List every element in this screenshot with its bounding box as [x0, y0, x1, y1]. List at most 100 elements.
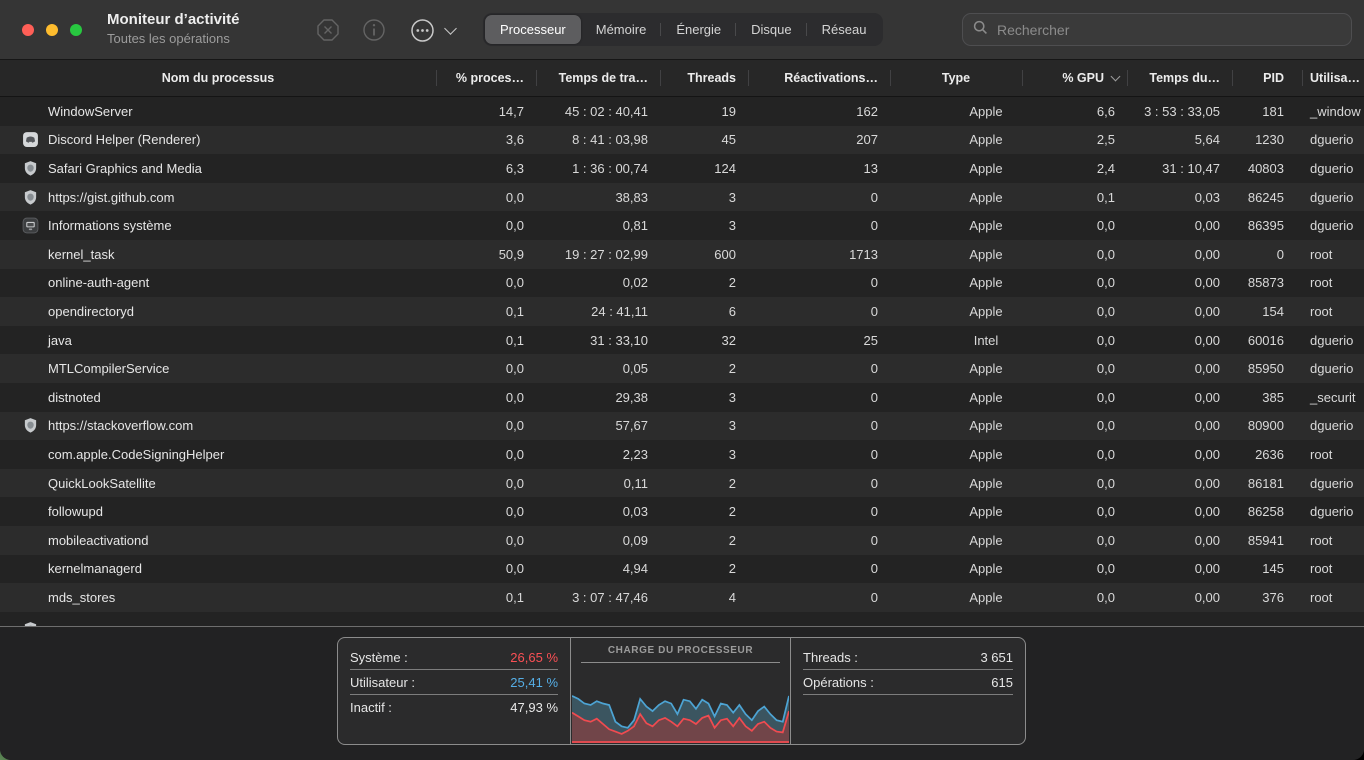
window-subtitle: Toutes les opérations: [107, 30, 240, 48]
app-icon-placeholder: [22, 246, 39, 263]
process-name: https://gist.github.com: [48, 190, 174, 205]
process-name-cell: MTLCompilerService: [0, 354, 436, 383]
stat-row: Système :26,65 %: [350, 645, 558, 670]
more-options-button[interactable]: [408, 16, 436, 44]
table-row[interactable]: QuickLookSatellite0,00,1120Apple0,00,008…: [0, 469, 1364, 498]
table-row[interactable]: WindowServer14,745 : 02 : 40,4119162Appl…: [0, 97, 1364, 126]
column-header-user[interactable]: Utilisa…: [1302, 60, 1364, 96]
table-row[interactable]: opendirectoryd0,124 : 41,1160Apple0,00,0…: [0, 297, 1364, 326]
inspect-process-button[interactable]: [360, 16, 388, 44]
column-header-cpu[interactable]: % proces…: [436, 60, 536, 96]
cell-cpu: 14,7: [436, 97, 536, 126]
more-options-chevron[interactable]: [436, 16, 464, 44]
table-row[interactable]: kernel_task50,919 : 27 : 02,996001713App…: [0, 240, 1364, 269]
close-window-button[interactable]: [22, 24, 34, 36]
table-row[interactable]: online-auth-agent0,00,0220Apple0,00,0085…: [0, 269, 1364, 298]
cell-pid: 86258: [1232, 497, 1302, 526]
cell-gpu: 2,4: [1022, 154, 1127, 183]
tab-processeur[interactable]: Processeur: [485, 15, 581, 44]
table-row[interactable]: distnoted0,029,3830Apple0,00,00385_secur…: [0, 383, 1364, 412]
cpu-load-history-chart: [572, 667, 789, 743]
column-header-type[interactable]: Type: [890, 60, 1022, 96]
cell-time: 8 : 41 : 03,98: [536, 126, 660, 155]
table-row[interactable]: https://stackoverflow.com0,057,6730Apple…: [0, 412, 1364, 441]
cell-cpu: 6,3: [436, 154, 536, 183]
table-row-partial[interactable]: [0, 612, 1364, 627]
cell-idle_wake: 0: [748, 583, 890, 612]
thread-process-stats: Threads :3 651Opérations :615: [791, 638, 1025, 744]
table-row[interactable]: Informations système0,00,8130Apple0,00,0…: [0, 211, 1364, 240]
cell-gpu_time: 5,64: [1127, 126, 1232, 155]
app-icon-placeholder: [22, 475, 39, 492]
cell-pid: 181: [1232, 97, 1302, 126]
tab-reseau[interactable]: Réseau: [807, 15, 882, 44]
stat-value: 3 651: [980, 650, 1013, 665]
table-row[interactable]: followupd0,00,0320Apple0,00,0086258dguer…: [0, 497, 1364, 526]
process-name: QuickLookSatellite: [48, 476, 156, 491]
tab-disque[interactable]: Disque: [736, 15, 806, 44]
table-row[interactable]: MTLCompilerService0,00,0520Apple0,00,008…: [0, 354, 1364, 383]
table-header: Nom du processus % proces… Temps de tra…Th…: [0, 60, 1364, 97]
cell-type: Apple: [890, 583, 1022, 612]
table-row[interactable]: java0,131 : 33,103225Intel0,00,0060016dg…: [0, 326, 1364, 355]
zoom-window-button[interactable]: [70, 24, 82, 36]
quit-process-button[interactable]: [314, 16, 342, 44]
tab-energie[interactable]: Énergie: [661, 15, 736, 44]
column-header-threads[interactable]: Threads: [660, 60, 748, 96]
search-field[interactable]: [962, 13, 1352, 46]
cell-idle_wake: 0: [748, 183, 890, 212]
app-icon-placeholder: [22, 332, 39, 349]
table-row[interactable]: mds_stores0,13 : 07 : 47,4640Apple0,00,0…: [0, 583, 1364, 612]
column-header-label: Réactivations…: [784, 71, 878, 85]
cell-cpu: [436, 612, 536, 627]
search-input[interactable]: [995, 21, 1341, 39]
cell-threads: 4: [660, 583, 748, 612]
table-row[interactable]: https://gist.github.com0,038,8330Apple0,…: [0, 183, 1364, 212]
column-header-idle_wake[interactable]: Réactivations…: [748, 60, 890, 96]
cell-cpu: 0,0: [436, 269, 536, 298]
table-row[interactable]: Safari Graphics and Media6,31 : 36 : 00,…: [0, 154, 1364, 183]
cell-gpu_time: [1127, 612, 1232, 627]
cell-type: Apple: [890, 383, 1022, 412]
process-name: mds_stores: [48, 590, 115, 605]
cell-type: Apple: [890, 126, 1022, 155]
app-icon-placeholder: [22, 560, 39, 577]
cell-idle_wake: 0: [748, 383, 890, 412]
title-bar: Moniteur d’activité Toutes les opération…: [0, 0, 1364, 60]
column-header-time[interactable]: Temps de tra…: [536, 60, 660, 96]
cell-user: dguerio: [1302, 154, 1364, 183]
process-name: mobileactivationd: [48, 533, 148, 548]
process-name-cell: https://stackoverflow.com: [0, 412, 436, 441]
app-icon-placeholder: [22, 589, 39, 606]
table-row[interactable]: kernelmanagerd0,04,9420Apple0,00,00145ro…: [0, 555, 1364, 584]
cell-threads: 32: [660, 326, 748, 355]
cell-gpu_time: 0,00: [1127, 526, 1232, 555]
column-header-pid[interactable]: PID: [1232, 60, 1302, 96]
process-name-cell: distnoted: [0, 383, 436, 412]
cell-user: _securit: [1302, 383, 1364, 412]
cell-user: dguerio: [1302, 412, 1364, 441]
process-name: com.apple.CodeSigningHelper: [48, 447, 224, 462]
cell-user: [1302, 612, 1364, 627]
cell-idle_wake: 0: [748, 497, 890, 526]
cell-type: Apple: [890, 183, 1022, 212]
cell-type: Apple: [890, 154, 1022, 183]
column-header-gpu_time[interactable]: Temps du…: [1127, 60, 1232, 96]
cell-threads: 2: [660, 526, 748, 555]
cell-gpu: 0,0: [1022, 211, 1127, 240]
table-row[interactable]: com.apple.CodeSigningHelper0,02,2330Appl…: [0, 440, 1364, 469]
cell-cpu: 0,1: [436, 583, 536, 612]
minimize-window-button[interactable]: [46, 24, 58, 36]
column-header-name[interactable]: Nom du processus: [0, 60, 436, 96]
cell-cpu: 3,6: [436, 126, 536, 155]
cell-threads: 19: [660, 97, 748, 126]
cell-threads: 45: [660, 126, 748, 155]
column-header-gpu[interactable]: % GPU: [1022, 60, 1127, 96]
column-header-label: % proces…: [456, 71, 524, 85]
cell-gpu_time: 0,00: [1127, 383, 1232, 412]
cell-user: root: [1302, 440, 1364, 469]
table-row[interactable]: Discord Helper (Renderer)3,68 : 41 : 03,…: [0, 126, 1364, 155]
table-row[interactable]: mobileactivationd0,00,0920Apple0,00,0085…: [0, 526, 1364, 555]
tab-memoire[interactable]: Mémoire: [581, 15, 662, 44]
cell-time: 0,05: [536, 354, 660, 383]
